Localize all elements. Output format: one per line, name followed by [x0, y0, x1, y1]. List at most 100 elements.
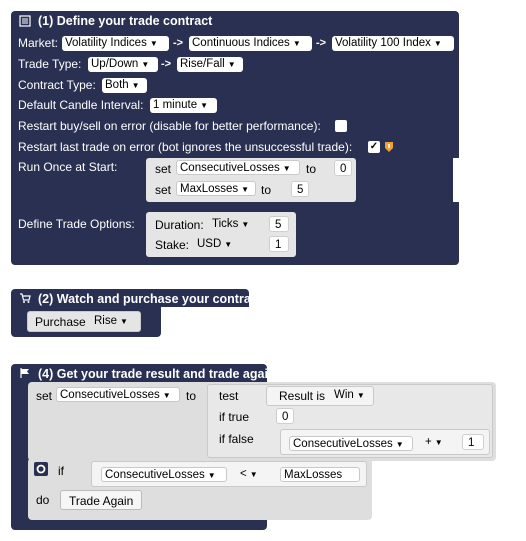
chevron-down-icon: ▼	[241, 185, 250, 194]
chevron-down-icon: ▼	[200, 101, 209, 110]
result-is-label: Result is	[279, 389, 326, 403]
stake-label: Stake:	[155, 238, 190, 252]
duration-unit-value: Ticks	[212, 218, 239, 230]
variable-value: ConsecutiveLosses	[105, 469, 205, 481]
chevron-down-icon: ▼	[227, 60, 236, 69]
restart-buy-label: Restart buy/sell on error (disable for b…	[18, 119, 321, 133]
arrow: ->	[161, 58, 172, 70]
chevron-down-icon: ▼	[282, 164, 291, 173]
operator-dropdown[interactable]: + ▼	[422, 435, 452, 450]
chevron-down-icon: ▼	[162, 391, 171, 400]
gear-icon[interactable]	[34, 462, 48, 476]
restart-last-checkbox[interactable]: ✓	[368, 141, 380, 153]
contract-type-dropdown[interactable]: Both ▼	[102, 78, 147, 93]
trade-subtype-value: Rise/Fall	[180, 58, 225, 70]
variable-dropdown[interactable]: ConsecutiveLosses ▼	[176, 160, 300, 175]
to-keyword: to	[186, 389, 197, 403]
stake-currency-value: USD	[197, 238, 222, 250]
if-false-label: if false	[219, 432, 254, 446]
variable-value: MaxLosses	[284, 469, 343, 481]
chevron-down-icon: ▼	[395, 440, 404, 449]
to-keyword: to	[306, 162, 317, 176]
chevron-down-icon: ▼	[249, 470, 258, 479]
notch	[453, 158, 459, 202]
chevron-down-icon: ▼	[356, 391, 365, 400]
variable-value: ConsecutiveLosses	[180, 162, 280, 174]
run-once-label: Run Once at Start:	[18, 160, 118, 174]
number-input[interactable]: 0	[334, 160, 352, 176]
block1-title: (1) Define your trade contract	[38, 14, 213, 28]
trade-again-button[interactable]: Trade Again	[60, 490, 143, 510]
cart-icon	[20, 293, 31, 303]
to-keyword: to	[261, 183, 272, 197]
set-keyword: set	[155, 162, 172, 176]
contract-type-label: Contract Type:	[18, 78, 96, 92]
warning-icon	[385, 142, 393, 152]
chevron-down-icon: ▼	[224, 240, 233, 249]
market-label: Market:	[18, 36, 59, 50]
variable-dropdown[interactable]: MaxLosses ▼	[176, 181, 256, 196]
duration-input[interactable]: 5	[269, 216, 289, 232]
if-true-label: if true	[219, 410, 250, 424]
result-value: Win	[334, 389, 354, 401]
number-input[interactable]: 5	[291, 181, 309, 197]
submarket-value: Continuous Indices	[192, 37, 290, 49]
contract-type-value: Both	[105, 79, 129, 91]
chevron-down-icon: ▼	[292, 39, 301, 48]
variable-dropdown[interactable]: MaxLosses	[280, 467, 360, 482]
variable-value: MaxLosses	[180, 183, 239, 195]
chevron-down-icon: ▼	[120, 317, 128, 326]
symbol-value: Volatility 100 Index	[335, 37, 431, 49]
market-dropdown[interactable]: Volatility Indices ▼	[62, 36, 169, 51]
chevron-down-icon: ▼	[433, 39, 442, 48]
duration-unit-dropdown[interactable]: Ticks ▼	[209, 217, 259, 232]
stake-input[interactable]: 1	[269, 236, 289, 252]
trade-type-value: Up/Down	[91, 58, 139, 70]
arrow: ->	[316, 37, 327, 49]
trade-options-label: Define Trade Options:	[18, 217, 135, 231]
trade-type-label: Trade Type:	[18, 57, 82, 71]
chevron-down-icon: ▼	[131, 81, 140, 90]
operator-value: +	[425, 436, 432, 448]
variable-value: ConsecutiveLosses	[60, 389, 160, 401]
duration-label: Duration:	[155, 218, 204, 232]
block2-title: (2) Watch and purchase your contract	[38, 292, 262, 306]
chevron-down-icon: ▼	[207, 471, 216, 480]
block4-title: (4) Get your trade result and trade agai…	[38, 367, 276, 381]
number-input[interactable]: 1	[462, 434, 484, 450]
chevron-down-icon: ▼	[241, 220, 250, 229]
restart-buy-checkbox[interactable]	[335, 120, 347, 132]
compare-operator-dropdown[interactable]: < ▼	[237, 467, 267, 482]
document-icon	[19, 15, 31, 27]
if-keyword: if	[58, 464, 64, 478]
candle-interval-label: Default Candle Interval:	[18, 98, 144, 112]
chevron-down-icon: ▼	[434, 438, 443, 447]
test-label: test	[219, 389, 239, 403]
set-keyword: set	[155, 183, 172, 197]
variable-dropdown[interactable]: ConsecutiveLosses ▼	[101, 467, 227, 482]
trade-type-dropdown[interactable]: Up/Down ▼	[88, 57, 158, 72]
stake-currency-dropdown[interactable]: USD ▼	[194, 237, 239, 252]
chevron-down-icon: ▼	[149, 39, 158, 48]
compare-operator-value: <	[240, 468, 247, 480]
purchase-dropdown[interactable]: Rise ▼	[91, 314, 137, 329]
purchase-label: Purchase	[35, 315, 86, 329]
do-keyword: do	[36, 493, 50, 507]
flag-icon	[20, 368, 29, 378]
trade-subtype-dropdown[interactable]: Rise/Fall ▼	[177, 57, 243, 72]
result-dropdown[interactable]: Win ▼	[331, 388, 371, 403]
symbol-dropdown[interactable]: Volatility 100 Index ▼	[332, 36, 454, 51]
variable-value: ConsecutiveLosses	[293, 438, 393, 450]
submarket-dropdown[interactable]: Continuous Indices ▼	[189, 36, 312, 51]
purchase-value: Rise	[94, 315, 118, 327]
set-keyword: set	[36, 389, 53, 403]
market-value: Volatility Indices	[65, 37, 147, 49]
variable-dropdown[interactable]: ConsecutiveLosses ▼	[289, 436, 413, 451]
restart-last-label: Restart last trade on error (bot ignores…	[18, 140, 353, 154]
chevron-down-icon: ▼	[141, 60, 150, 69]
arrow: ->	[173, 37, 184, 49]
variable-dropdown[interactable]: ConsecutiveLosses ▼	[56, 387, 180, 402]
if-true-input[interactable]: 0	[276, 408, 294, 424]
candle-interval-dropdown[interactable]: 1 minute ▼	[150, 98, 217, 113]
candle-interval-value: 1 minute	[153, 99, 198, 111]
